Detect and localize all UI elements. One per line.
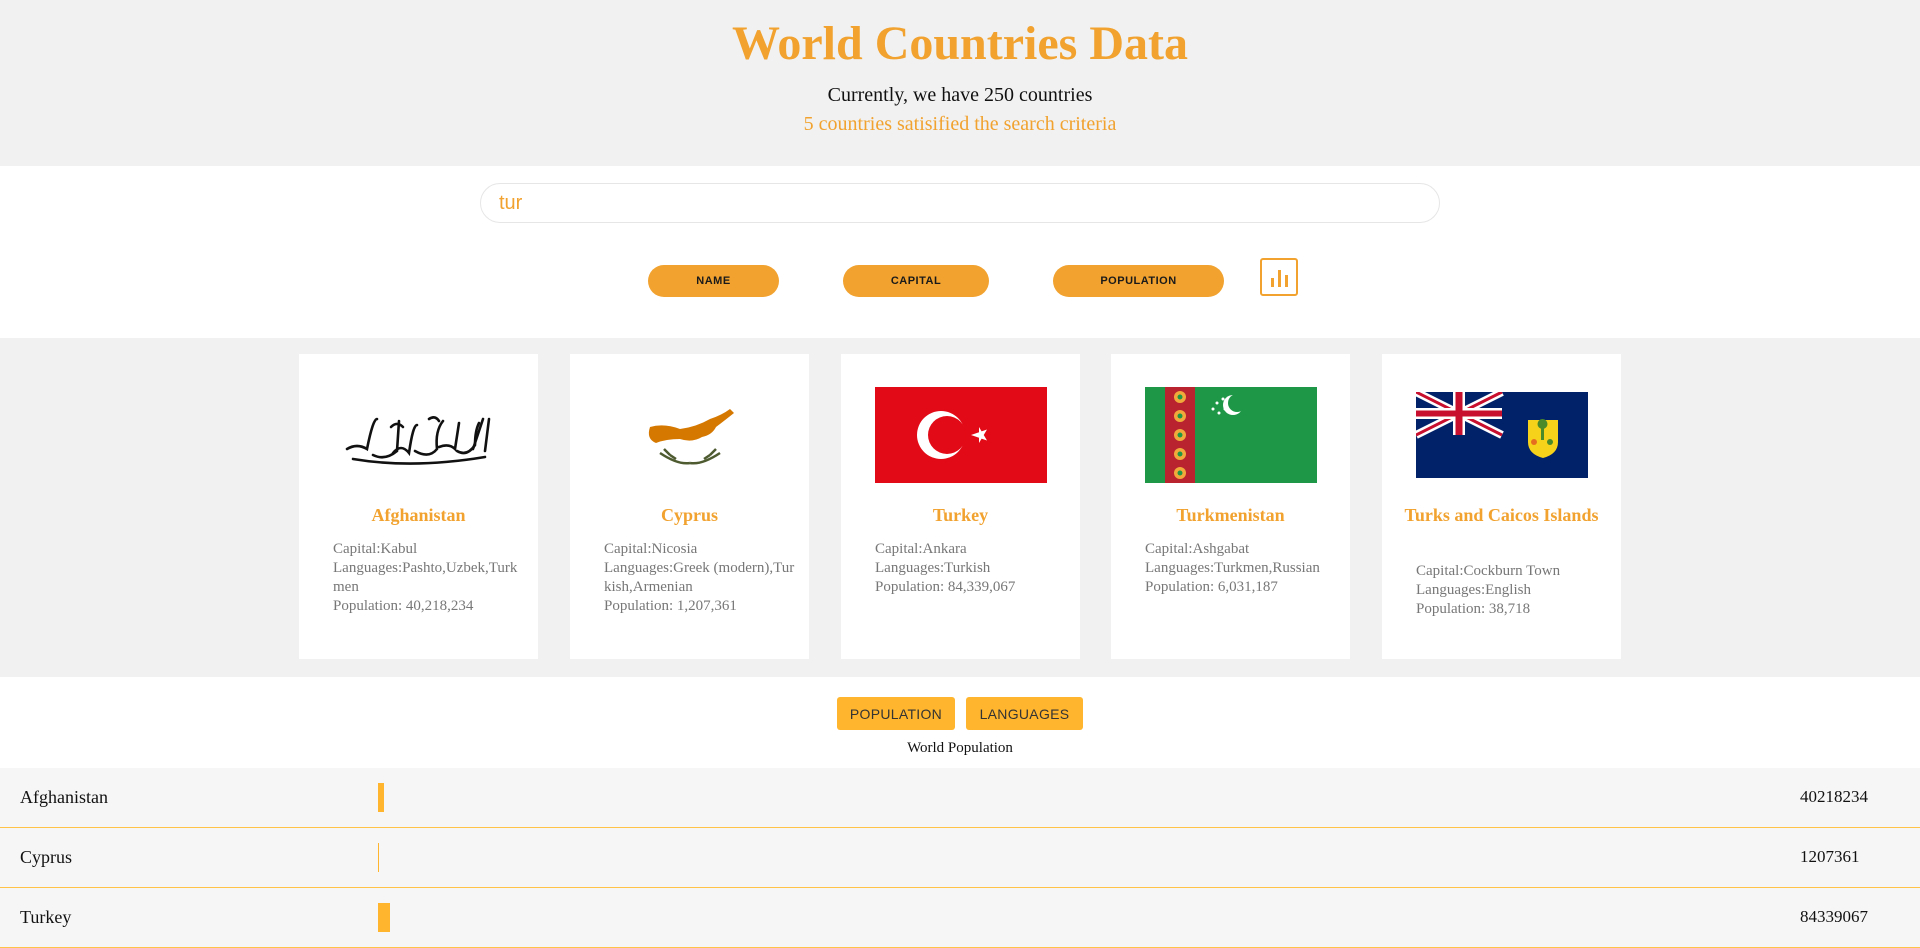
- country-capital: Capital:Ankara: [875, 541, 967, 557]
- country-name: Cyprus: [660, 505, 718, 525]
- search-input[interactable]: [480, 183, 1440, 223]
- page-header: World Countries Data Currently, we have …: [0, 0, 1920, 166]
- bar-label: Cyprus: [20, 847, 73, 867]
- country-population: Population: 84,339,067: [875, 579, 1016, 595]
- country-count: Currently, we have 250 countries: [827, 84, 1093, 106]
- bar-fill: [378, 843, 379, 872]
- country-languages: Languages:Pashto,Uzbek,Turkmen: [333, 560, 518, 595]
- population-bars: Afghanistan 40218234 Cyprus 1207361 Turk…: [0, 768, 1920, 948]
- country-name: Turkey: [932, 505, 989, 525]
- country-name: Turkmenistan: [1176, 505, 1285, 525]
- country-name: Turks and Caicos Islands: [1404, 505, 1599, 525]
- graph-title: World Population: [907, 740, 1013, 756]
- population-graph-button[interactable]: POPULATION: [837, 697, 955, 730]
- country-info: Capital:Ankara Languages:Turkish Populat…: [875, 540, 1068, 597]
- sort-by-capital-button[interactable]: CAPITAL: [843, 265, 989, 297]
- bar-chart-icon[interactable]: [1260, 258, 1298, 296]
- country-info: Capital:Ashgabat Languages:Turkmen,Russi…: [1145, 540, 1338, 597]
- country-capital: Capital:Kabul: [333, 541, 418, 557]
- languages-graph-button[interactable]: LANGUAGES: [966, 697, 1083, 730]
- controls-section: NAME CAPITAL POPULATION: [0, 166, 1920, 338]
- countries-grid: Afghanistan Capital:Kabul Languages:Pash…: [0, 338, 1920, 677]
- bar-fill: [378, 903, 390, 932]
- bar-row: Afghanistan 40218234: [0, 768, 1920, 828]
- country-info: Capital:Cockburn Town Languages:English …: [1416, 562, 1609, 619]
- turkmenistan-flag-icon: [1144, 387, 1317, 483]
- bar-value: 1207361: [1800, 847, 1860, 866]
- afghanistan-flag-icon: [333, 397, 505, 473]
- country-population: Population: 1,207,361: [604, 598, 737, 614]
- bar-row: Turkey 84339067: [0, 888, 1920, 948]
- graph-controls: POPULATION LANGUAGES World Population: [0, 677, 1920, 769]
- country-languages: Languages:Turkish: [875, 560, 991, 576]
- bar-value: 40218234: [1800, 787, 1868, 806]
- country-languages: Languages:Turkmen,Russian: [1145, 560, 1320, 576]
- cyprus-flag-icon: [604, 397, 776, 473]
- country-info: Capital:Nicosia Languages:Greek (modern)…: [604, 540, 797, 616]
- page-title: World Countries Data: [732, 17, 1188, 70]
- country-card[interactable]: Turkmenistan Capital:Ashgabat Languages:…: [1111, 354, 1350, 659]
- country-info: Capital:Kabul Languages:Pashto,Uzbek,Tur…: [333, 540, 526, 616]
- country-capital: Capital:Ashgabat: [1145, 541, 1250, 557]
- country-population: Population: 38,718: [1416, 601, 1531, 617]
- country-languages: Languages:English: [1416, 582, 1531, 598]
- country-population: Population: 40,218,234: [333, 598, 474, 614]
- bar-row: Cyprus 1207361: [0, 828, 1920, 888]
- country-card[interactable]: Cyprus Capital:Nicosia Languages:Greek (…: [570, 354, 809, 659]
- country-card[interactable]: Turks and Caicos Islands Capital:Cockbur…: [1382, 354, 1621, 659]
- country-name: Afghanistan: [371, 505, 466, 525]
- country-card[interactable]: Afghanistan Capital:Kabul Languages:Pash…: [299, 354, 538, 659]
- country-card[interactable]: Turkey Capital:Ankara Languages:Turkish …: [841, 354, 1080, 659]
- bar-label: Turkey: [20, 907, 72, 927]
- sort-by-population-button[interactable]: POPULATION: [1053, 265, 1224, 297]
- turkey-flag-icon: [874, 387, 1047, 483]
- search-feedback: 5 countries satisified the search criter…: [803, 113, 1117, 135]
- bar-label: Afghanistan: [20, 787, 108, 807]
- bar-value: 84339067: [1800, 907, 1868, 926]
- country-capital: Capital:Cockburn Town: [1416, 563, 1561, 579]
- turks-and-caicos-flag-icon: [1413, 388, 1588, 478]
- bar-fill: [378, 783, 384, 812]
- country-population: Population: 6,031,187: [1145, 579, 1278, 595]
- country-languages: Languages:Greek (modern),Turkish,Armenia…: [604, 560, 795, 595]
- country-capital: Capital:Nicosia: [604, 541, 698, 557]
- sort-by-name-button[interactable]: NAME: [648, 265, 779, 297]
